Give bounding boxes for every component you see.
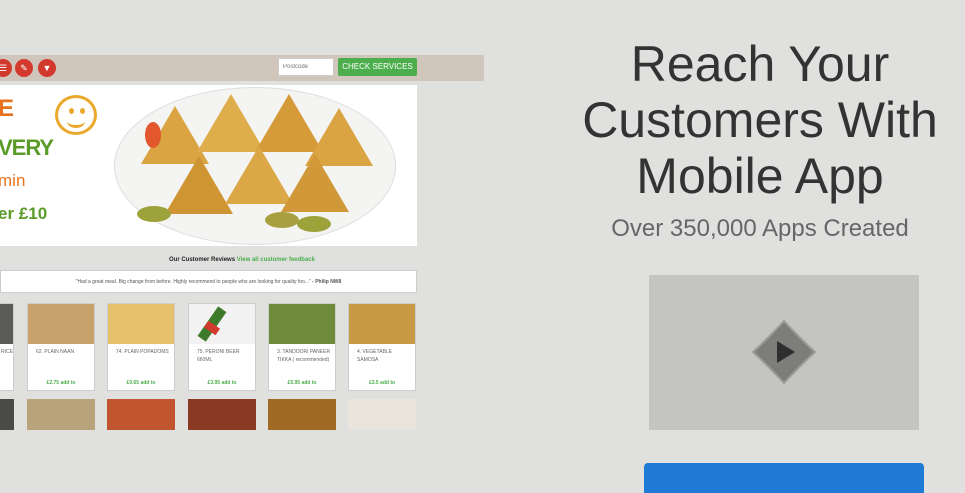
product-card[interactable]: 74. PLAIN POPADOMS £0.65 add to [107,303,175,391]
paneer-tikka-image [269,304,335,344]
product-thumbnail[interactable] [0,399,14,430]
product-card[interactable]: 3. TANDOORI PANEER TIKKA ( recommended) … [268,303,336,391]
popadoms-image [108,304,174,344]
menu-icon[interactable]: ☰ [0,59,12,77]
cta-button[interactable] [644,463,924,493]
hero-text-2: VERY [0,135,54,160]
product-thumbnail[interactable] [107,399,175,430]
product-name: 74. PLAIN POPADOMS [116,349,169,355]
edit-icon[interactable]: ✎ [15,59,33,77]
review-author: - Philip NW8 [312,279,342,285]
product-thumbnail[interactable] [27,399,95,430]
check-services-button[interactable]: CHECK SERVICES [338,58,417,76]
smiley-icon [55,95,97,135]
product-name: 3. TANDOORI PANEER TIKKA ( recommended) [277,349,331,363]
product-card[interactable]: 62. PLAIN NAAN £2.75 add to [27,303,95,391]
product-thumbnail[interactable] [348,399,416,430]
reviews-title: Our Customer Reviews [169,257,236,263]
reviews-link[interactable]: View all customer feedback [237,257,315,263]
product-name: 75. PERONI BEER 660ML [197,349,240,363]
beer-bottle-image [189,304,255,344]
postcode-input[interactable] [278,58,334,76]
headline-line-2: Customers With [582,92,938,148]
site-top-bar: ☰ ✎ ▼ CHECK SERVICES [0,55,484,81]
play-icon[interactable] [749,317,819,387]
product-thumbnail[interactable] [268,399,336,430]
hero-text-1: E [0,95,15,122]
hero-banner: E VERY min er £10 [0,85,417,246]
product-name: 4. VEGETABLE SAMOSA [357,349,392,363]
product-price[interactable]: £3.5 add to [349,380,415,386]
product-name: 62. PLAIN NAAN [36,349,75,355]
cart-icon[interactable]: ▼ [38,59,56,77]
website-preview: ☰ ✎ ▼ CHECK SERVICES E VERY min er £10 [0,55,484,430]
product-card[interactable]: RICE [0,303,14,391]
subheadline: Over 350,000 Apps Created [611,215,909,242]
product-card[interactable]: 4. VEGETABLE SAMOSA £3.5 add to [348,303,416,391]
product-price[interactable]: £0.65 add to [108,380,174,386]
product-price[interactable]: £5.95 add to [269,380,335,386]
product-card[interactable]: 75. PERONI BEER 660ML £3.95 add to [188,303,256,391]
product-thumbnail[interactable] [188,399,256,430]
naan-image [28,304,94,344]
samosa-image [349,304,415,344]
video-player[interactable] [649,275,919,430]
product-price[interactable]: £2.75 add to [28,380,94,386]
product-image [0,304,13,344]
review-quote-box: "Had a great meal. Big change from befor… [0,270,417,293]
headline: Reach Your Customers With Mobile App [560,36,960,204]
product-price[interactable]: £3.95 add to [189,380,255,386]
hero-text-3: min [0,171,26,190]
headline-line-3: Mobile App [636,148,884,204]
hero-text-4: er £10 [0,204,48,223]
review-quote: "Had a great meal. Big change from befor… [75,279,311,285]
headline-line-1: Reach Your [630,36,890,92]
samosa-plate-image [114,87,396,245]
reviews-heading: Our Customer Reviews View all customer f… [0,257,484,263]
